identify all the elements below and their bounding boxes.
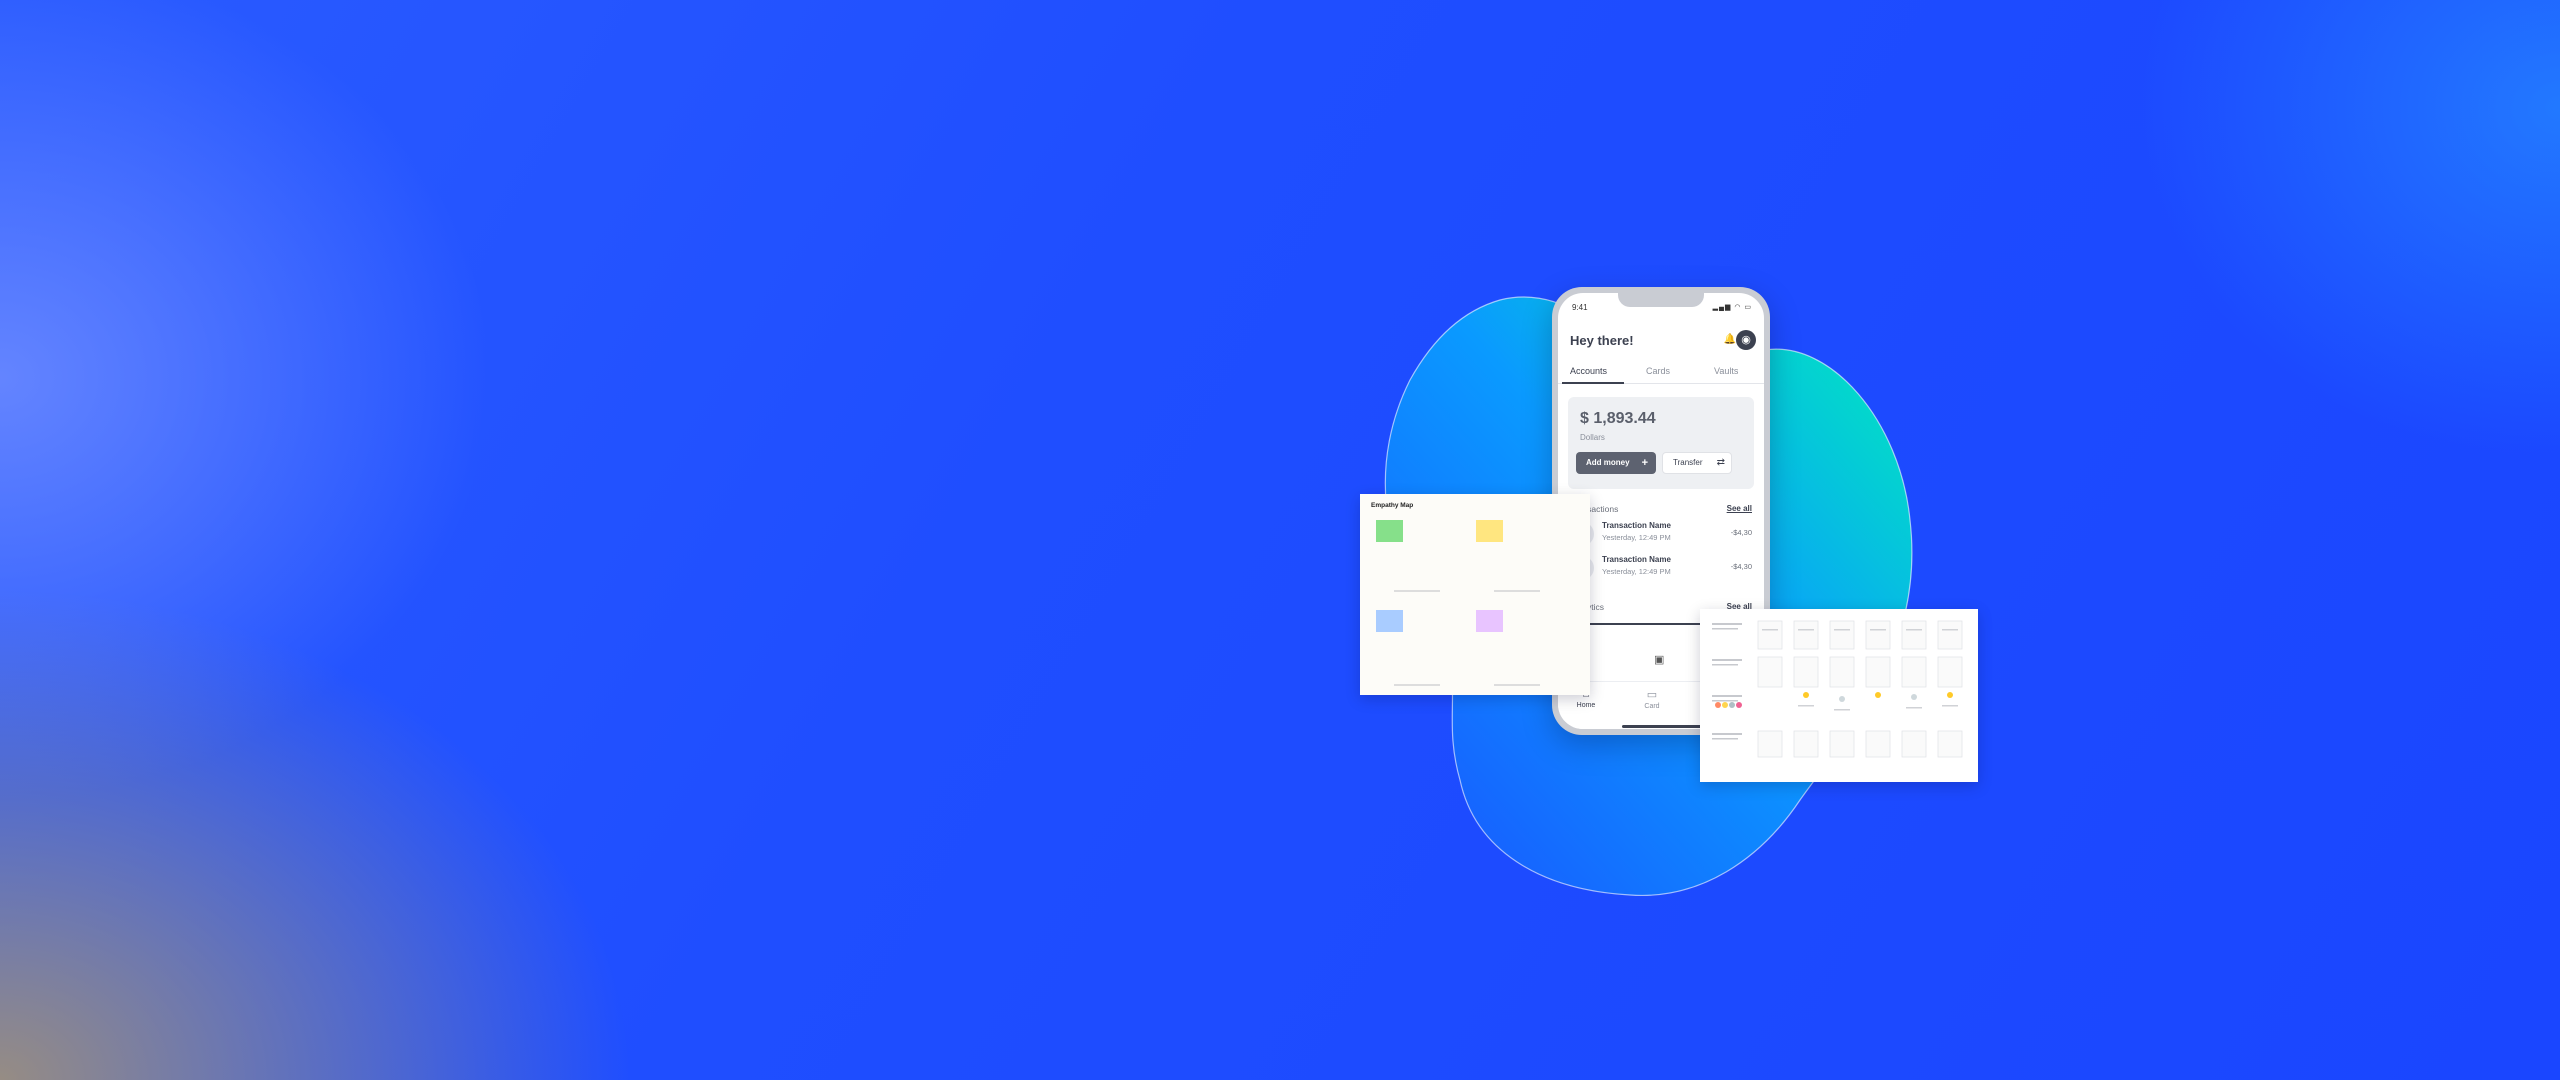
- caption-line: [1394, 684, 1440, 686]
- transactions-see-all-link[interactable]: See all: [1727, 504, 1752, 513]
- sticky-note: [1376, 520, 1403, 542]
- transaction-name: Transaction Name: [1602, 521, 1671, 530]
- home-indicator: [1622, 725, 1702, 728]
- active-tab-indicator: [1562, 382, 1624, 384]
- transfer-button[interactable]: Transfer ⇄: [1662, 452, 1732, 474]
- nav-card-label: Card: [1644, 703, 1660, 710]
- add-money-label: Add money: [1586, 458, 1630, 467]
- sticky-note: [1476, 520, 1503, 542]
- tab-cards[interactable]: Cards: [1646, 366, 1670, 376]
- caption-line: [1494, 684, 1540, 686]
- avatar[interactable]: ◉: [1736, 330, 1756, 350]
- empathy-map-title: Empathy Map: [1371, 502, 1414, 509]
- balance-card: $ 1,893.44 Dollars Add money + Transfer …: [1568, 397, 1754, 489]
- sticky-note: [1376, 610, 1403, 632]
- transaction-date: Yesterday, 12:49 PM: [1602, 567, 1671, 576]
- phone-notch: [1618, 293, 1704, 307]
- plus-icon: +: [1641, 457, 1648, 469]
- transfer-icon: ⇄: [1716, 457, 1725, 468]
- status-icons: ▂▄▆ ◠ ▭: [1712, 304, 1752, 311]
- empathy-map-card: Empathy Map: [1360, 494, 1590, 695]
- nav-card[interactable]: ▭ Card: [1632, 688, 1672, 710]
- balance-amount: $ 1,893.44: [1580, 410, 1656, 427]
- journey-map-card: [1700, 609, 1978, 782]
- transaction-row[interactable]: Transaction Name Yesterday, 12:49 PM -$4…: [1570, 553, 1752, 583]
- bell-icon[interactable]: 🔔: [1724, 334, 1736, 345]
- tab-accounts[interactable]: Accounts: [1570, 366, 1607, 376]
- nav-home-label: Home: [1576, 702, 1596, 709]
- sticky-note: [1476, 610, 1503, 632]
- transaction-row[interactable]: Transaction Name Yesterday, 12:49 PM -$4…: [1570, 519, 1752, 549]
- caption-line: [1494, 590, 1540, 592]
- user-icon: ◉: [1741, 334, 1751, 346]
- balance-currency: Dollars: [1580, 433, 1605, 442]
- journey-map-grid: [1712, 620, 1963, 758]
- greeting-title: Hey there!: [1570, 333, 1634, 348]
- transaction-date: Yesterday, 12:49 PM: [1602, 533, 1671, 542]
- image-icon: ▣: [1654, 654, 1665, 666]
- card-icon: ▭: [1646, 689, 1658, 701]
- transaction-amount: -$4,30: [1730, 562, 1752, 571]
- transfer-label: Transfer: [1673, 458, 1703, 467]
- status-time: 9:41: [1572, 303, 1588, 312]
- caption-line: [1394, 590, 1440, 592]
- transaction-amount: -$4,30: [1730, 528, 1752, 537]
- account-tabs: Accounts Cards Vaults: [1558, 363, 1764, 384]
- marketing-canvas: 9:41 ▂▄▆ ◠ ▭ Hey there! 🔔 ◉ Accounts Car…: [0, 0, 2560, 1080]
- transaction-name: Transaction Name: [1602, 555, 1671, 564]
- add-money-button[interactable]: Add money +: [1576, 452, 1656, 474]
- tab-vaults[interactable]: Vaults: [1714, 366, 1738, 376]
